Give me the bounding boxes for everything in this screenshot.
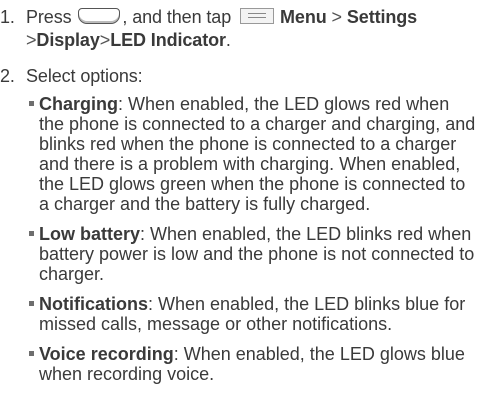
option-title: Notifications [39,294,149,314]
then-tap-text: , and then tap [122,7,232,27]
option-title: Charging [39,94,118,114]
option-notifications: Notifications: When enabled, the LED bli… [26,294,476,334]
step-2: 2. Select options: [0,65,483,88]
path-display: Display [36,30,100,50]
path-menu: Menu [280,7,327,27]
option-charging: Charging: When enabled, the LED glows re… [26,94,476,214]
step-number: 2. [0,66,15,86]
document-page: 1. Press , and then tap Menu > Settings … [0,0,483,414]
step-number: 1. [0,7,15,27]
option-voice-recording: Voice recording: When enabled, the LED g… [26,344,476,384]
home-button-icon [78,8,121,24]
bullet [29,101,34,106]
menu-icon [240,8,275,24]
option-title: Voice recording [39,344,174,364]
press-text: Press [26,7,72,27]
bullet [29,351,34,356]
step-2-text: Select options: [26,66,143,86]
step-1: 1. Press , and then tap Menu > Settings … [0,6,483,52]
option-low-battery: Low battery: When enabled, the LED blink… [26,224,476,284]
path-separator: > [99,30,111,50]
path-led-indicator: LED Indicator [110,30,226,50]
bullet [29,301,34,306]
path-separator: > [331,7,343,27]
bullet [29,231,34,236]
path-settings: Settings [346,7,418,27]
option-title: Low battery [39,224,141,244]
period: . [225,30,231,50]
step-1-body: Press , and then tap Menu > Settings >Di… [26,6,483,52]
options-list: Charging: When enabled, the LED glows re… [26,94,476,394]
path-separator: > [26,30,37,50]
